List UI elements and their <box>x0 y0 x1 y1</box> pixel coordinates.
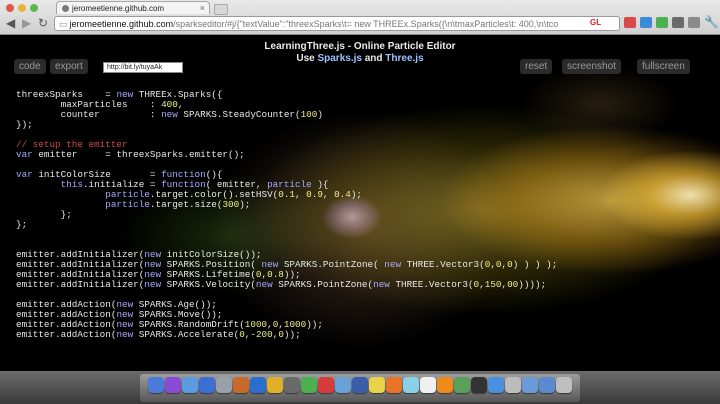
vlc-icon[interactable] <box>437 377 453 393</box>
trash-icon[interactable] <box>556 377 572 393</box>
subtitle-prefix: Use <box>296 53 318 64</box>
monitor-icon[interactable] <box>403 377 419 393</box>
notes-icon[interactable] <box>369 377 385 393</box>
code-line: var emitter = threexSparks.emitter(); <box>16 149 245 160</box>
short-url-field[interactable] <box>103 62 183 73</box>
photo-icon[interactable] <box>233 377 249 393</box>
code-editor[interactable]: threexSparks = new THREEx.Sparks({ maxPa… <box>16 90 656 340</box>
extension-blue-icon[interactable] <box>640 17 652 28</box>
code-line: emitter.addAction(new SPARKS.Accelerate(… <box>16 329 301 340</box>
preview-icon[interactable] <box>335 377 351 393</box>
code-button[interactable]: code <box>14 59 46 74</box>
page-title: LearningThree.js - Online Particle Edito… <box>264 41 456 52</box>
activity-icon[interactable] <box>454 377 470 393</box>
code-line: }; <box>16 219 28 230</box>
minimize-window-icon[interactable] <box>18 4 26 12</box>
xcode-icon[interactable] <box>352 377 368 393</box>
screenshot-button[interactable]: screenshot <box>562 59 621 74</box>
settings-icon[interactable] <box>216 377 232 393</box>
address-bar[interactable]: ▭ jeromeetienne.github.com/sparkseditor/#… <box>54 16 620 31</box>
sparks-link[interactable]: Sparks.js <box>317 53 361 64</box>
address-domain: jeromeetienne.github.com <box>69 19 174 29</box>
code-line: counter : new SPARKS.SteadyCounter(100) <box>16 109 323 120</box>
new-tab-button[interactable] <box>214 4 228 15</box>
page-icon: ▭ <box>59 19 68 29</box>
browser-tab[interactable]: jeromeetienne.github.com × <box>56 1 210 14</box>
gl-badge[interactable]: GL <box>590 18 601 27</box>
close-window-icon[interactable] <box>6 4 14 12</box>
browser-chrome: jeromeetienne.github.com × ◀ ▶ ↻ ▭ jerome… <box>0 0 720 35</box>
itunes-icon[interactable] <box>165 377 181 393</box>
zoom-window-icon[interactable] <box>30 4 38 12</box>
finder-icon[interactable] <box>148 377 164 393</box>
safari2-icon[interactable] <box>488 377 504 393</box>
extension-page-icon[interactable] <box>688 17 700 28</box>
page-header: LearningThree.js - Online Particle Edito… <box>190 41 530 65</box>
code-line: emitter.addInitializer(new SPARKS.Veloci… <box>16 279 547 290</box>
console-icon[interactable] <box>471 377 487 393</box>
reload-icon[interactable]: ↻ <box>38 17 48 29</box>
app-icon[interactable] <box>284 377 300 393</box>
safari-icon[interactable] <box>199 377 215 393</box>
dashboard-icon[interactable] <box>250 377 266 393</box>
tab-title: jeromeetienne.github.com <box>72 3 165 13</box>
three-link[interactable]: Three.js <box>385 53 423 64</box>
extension-gray-icon[interactable] <box>672 17 684 28</box>
mail-icon[interactable] <box>182 377 198 393</box>
calendar-icon[interactable] <box>318 377 334 393</box>
favicon-icon <box>62 4 69 12</box>
downloads-icon[interactable] <box>539 377 555 393</box>
code-line: particle.target.size(300); <box>105 199 251 210</box>
subtitle-mid: and <box>361 53 386 64</box>
camera-icon[interactable] <box>505 377 521 393</box>
extension-red-icon[interactable] <box>624 17 636 28</box>
fullscreen-button[interactable]: fullscreen <box>637 59 690 74</box>
terminal-icon[interactable] <box>267 377 283 393</box>
wrench-menu-icon[interactable]: 🔧 <box>704 15 719 29</box>
dock <box>0 371 720 404</box>
firefox-icon[interactable] <box>386 377 402 393</box>
export-button[interactable]: export <box>50 59 88 74</box>
textedit-icon[interactable] <box>420 377 436 393</box>
chrome-icon[interactable] <box>301 377 317 393</box>
folder-icon[interactable] <box>522 377 538 393</box>
forward-arrow-icon[interactable]: ▶ <box>22 17 31 29</box>
back-arrow-icon[interactable]: ◀ <box>6 17 15 29</box>
editor-page: LearningThree.js - Online Particle Edito… <box>0 35 720 371</box>
address-path: /sparkseditor/#j/{"textValue":"threexSpa… <box>173 19 559 29</box>
reset-button[interactable]: reset <box>520 59 553 74</box>
code-line: }); <box>16 119 33 130</box>
extension-green-icon[interactable] <box>656 17 668 28</box>
tab-close-icon[interactable]: × <box>200 3 205 13</box>
code-line: }; <box>16 209 72 220</box>
page-subtitle: Use Sparks.js and Three.js <box>190 53 530 65</box>
